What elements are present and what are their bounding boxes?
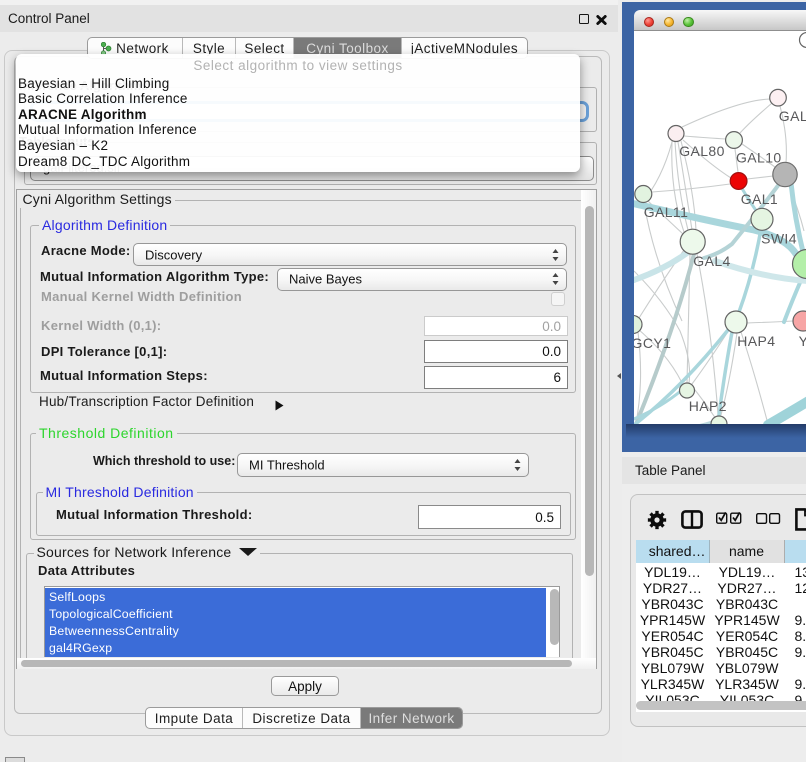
svg-text:GCY1: GCY1: [634, 335, 671, 351]
svg-text:GAL11: GAL11: [644, 204, 689, 220]
svg-text:GAL4: GAL4: [693, 253, 730, 269]
svg-text:HAP2: HAP2: [689, 398, 727, 414]
svg-text:HAP4: HAP4: [737, 333, 775, 349]
svg-text:GAL10: GAL10: [736, 150, 782, 166]
svg-text:Y: Y: [799, 333, 806, 349]
svg-text:GAL2: GAL2: [779, 108, 806, 124]
svg-text:GAL80: GAL80: [679, 143, 725, 159]
svg-text:GAL1: GAL1: [741, 191, 778, 207]
svg-text:SWI4: SWI4: [761, 231, 797, 247]
